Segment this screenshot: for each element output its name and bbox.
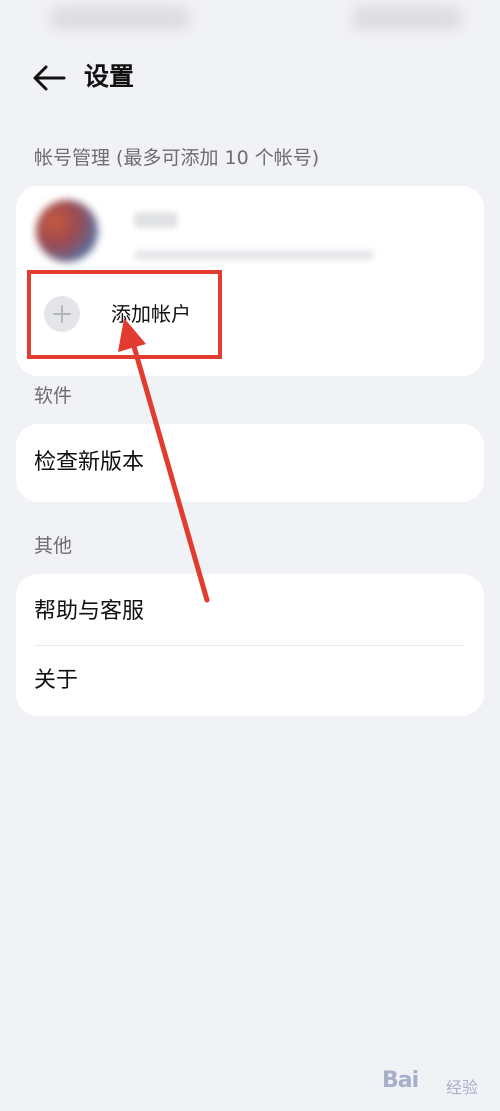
account-section-label: 帐号管理 (最多可添加 10 个帐号) (34, 147, 320, 169)
annotation-highlight-box (27, 270, 222, 359)
back-button[interactable] (28, 58, 68, 98)
status-bar-left-blurred (50, 6, 190, 30)
watermark-logo: Bai 经验 (382, 1060, 482, 1100)
about-item[interactable]: 关于 (34, 666, 78, 696)
check-update-item[interactable]: 检查新版本 (34, 448, 144, 478)
page-title: 设置 (84, 62, 135, 91)
others-section-label: 其他 (34, 535, 73, 557)
account-name-blurred (134, 212, 178, 228)
header: 设置 (0, 52, 500, 102)
avatar[interactable] (36, 200, 98, 262)
watermark-suffix: 经验 (446, 1078, 479, 1097)
watermark-text: Bai (382, 1068, 419, 1093)
account-detail-blurred (134, 250, 374, 260)
status-bar-right-blurred (352, 6, 462, 30)
others-card: 帮助与客服 关于 (16, 574, 484, 716)
software-section-label: 软件 (34, 385, 73, 407)
divider (34, 645, 464, 646)
arrow-left-icon (33, 65, 66, 91)
software-card: 检查新版本 (16, 424, 484, 502)
help-support-item[interactable]: 帮助与客服 (34, 597, 144, 627)
status-bar (0, 0, 500, 40)
